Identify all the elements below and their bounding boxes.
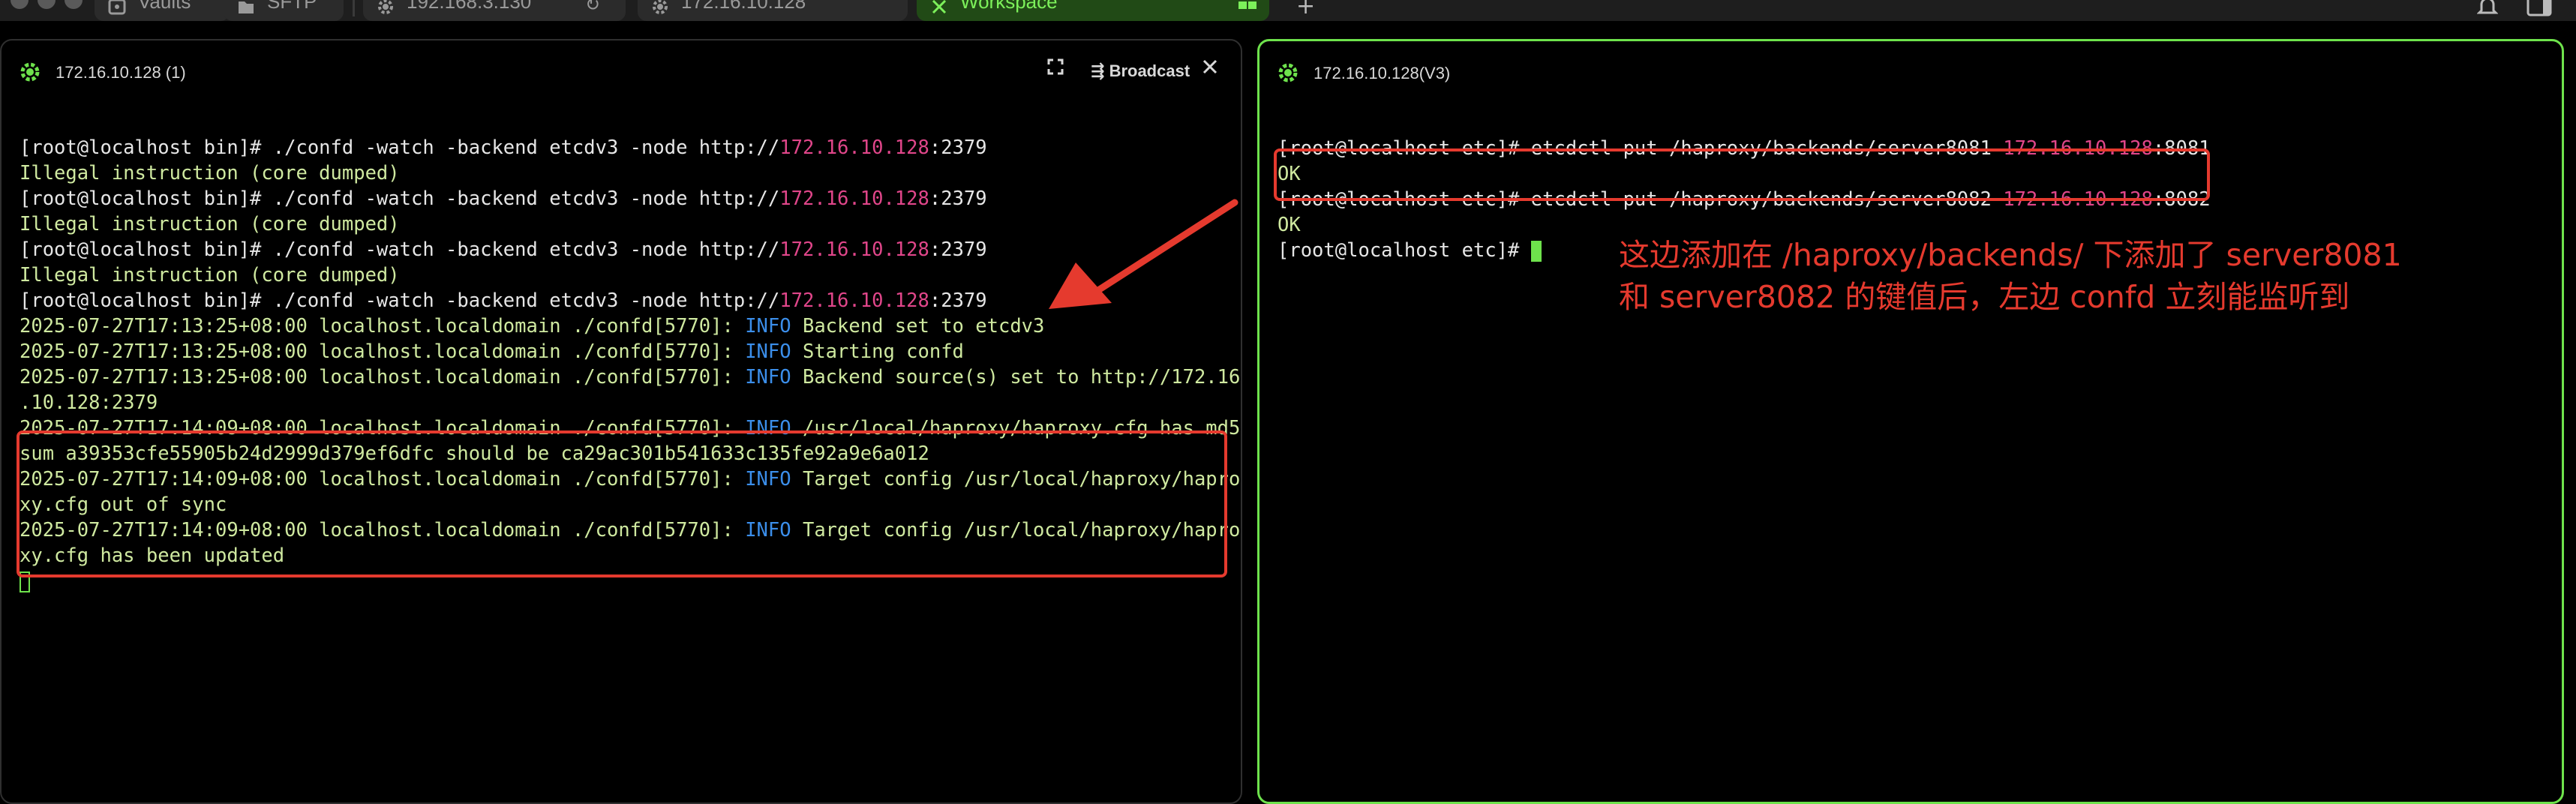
shell-prompt: [root@localhost bin]# [20,290,273,312]
tab-divider [353,0,355,16]
tab-172-16-10-128[interactable]: 172.16.10.128 [638,0,908,21]
command-port: :2379 [929,290,987,312]
command-text: ./confd -watch -backend etcdv3 -node htt… [272,136,780,159]
tab-label: 192.168.3.130 [407,0,532,13]
log-level: INFO [745,340,791,363]
annotation-note: 这边添加在 /haproxy/backends/ 下添加了 server8081… [1619,234,2402,318]
new-tab-icon[interactable]: + [1296,0,1315,18]
notification-bell-icon[interactable] [2476,0,2499,21]
gear-icon [20,62,41,82]
pane-title: 172.16.10.128 (1) [56,63,186,82]
ip-address: 172.16.10.128 [779,238,929,261]
output-text: OK [1277,214,1301,236]
shell-prompt: [root@localhost etc]# [1277,239,1531,262]
shell-prompt: [root@localhost bin]# [20,238,273,261]
window-close-button[interactable] [11,0,29,9]
gear-icon [377,0,395,14]
tab-bar: Vaults SFTP 192.168.3.130 ↻ 172.16.10.12… [0,0,2576,21]
window-minimize-button[interactable] [38,0,56,9]
pane-header: 172.16.10.128 (1) ⇶ Broadcast [2,40,1241,104]
close-pane-icon[interactable] [1202,58,1218,80]
terminal-line: 2025-07-27T17:13:25+08:00 localhost.loca… [20,339,1240,364]
command-port: :2379 [929,136,987,159]
highlight-box-confd-updates [17,430,1227,578]
broadcast-icon: ⇶ [1091,62,1105,81]
ip-address: 172.16.10.128 [779,136,929,159]
gear-icon [1277,62,1299,83]
command-text: ./confd -watch -backend etcdv3 -node htt… [272,238,780,261]
log-message: Backend set to etcdv3 [791,315,1045,338]
broadcast-label: Broadcast [1109,62,1190,80]
reconnect-icon[interactable]: ↻ [585,0,600,15]
tab-label: SFTP [267,0,317,13]
annotation-arrow [1049,199,1238,309]
shell-prompt: [root@localhost bin]# [20,136,273,159]
log-level: INFO [745,315,791,338]
ip-address: 172.16.10.128 [779,290,929,312]
output-text: Illegal instruction (core dumped) [20,162,400,184]
command-text: ./confd -watch -backend etcdv3 -node htt… [272,290,780,312]
folder-icon [237,0,255,14]
ip-address: 172.16.10.128 [779,188,929,210]
output-text: Illegal instruction (core dumped) [20,264,400,286]
annotation-line: 和 server8082 的键值后，左边 confd 立刻能监听到 [1619,279,2350,315]
layout-grid-icon[interactable] [1238,0,1257,15]
sidebar-toggle-icon[interactable] [2526,0,2552,21]
tab-192-168-3-130[interactable]: 192.168.3.130 ↻ [363,0,626,21]
command-port: :2379 [929,188,987,210]
annotation-line: 这边添加在 /haproxy/backends/ 下添加了 server8081 [1619,237,2402,273]
tab-sftp[interactable]: SFTP [224,0,344,21]
pane-header: 172.16.10.128(V3) [1259,41,2562,104]
log-prefix: 2025-07-27T17:13:25+08:00 localhost.loca… [20,340,746,363]
terminal-cursor[interactable] [1530,241,1542,262]
shell-prompt: [root@localhost bin]# [20,188,273,210]
log-prefix: 2025-07-27T17:13:25+08:00 localhost.loca… [20,315,746,338]
terminal-line: .10.128:2379 [20,390,1240,416]
gear-icon [651,0,669,14]
tab-label: Workspace [960,0,1058,13]
vault-icon [108,0,126,15]
terminal-line: [root@localhost bin]# ./confd -watch -ba… [20,135,1240,160]
tab-vaults[interactable]: Vaults [95,0,230,21]
tab-label: 172.16.10.128 [681,0,806,13]
output-text: .10.128:2379 [20,392,158,414]
log-level: INFO [745,366,791,388]
command-port: :2379 [929,238,987,261]
window-zoom-button[interactable] [65,0,83,9]
terminal-line: 2025-07-27T17:13:25+08:00 localhost.loca… [20,364,1240,390]
log-prefix: 2025-07-27T17:13:25+08:00 localhost.loca… [20,366,746,388]
broadcast-button[interactable]: ⇶ Broadcast [1091,62,1190,81]
log-message: Backend source(s) set to http://172.16 [791,366,1241,388]
output-text: Illegal instruction (core dumped) [20,213,400,236]
highlight-box-etcdctl-put [1274,148,2210,201]
log-message: Starting confd [791,340,964,363]
tab-workspace[interactable]: Workspace [917,0,1269,21]
close-icon[interactable] [930,0,948,14]
tab-label: Vaults [138,0,191,13]
expand-icon[interactable] [1047,58,1064,80]
pane-title: 172.16.10.128(V3) [1314,64,1451,82]
terminal-line: Illegal instruction (core dumped) [20,160,1240,186]
command-text: ./confd -watch -backend etcdv3 -node htt… [272,188,780,210]
terminal-pane-left[interactable]: 172.16.10.128 (1) ⇶ Broadcast [root@loca… [0,39,1242,804]
